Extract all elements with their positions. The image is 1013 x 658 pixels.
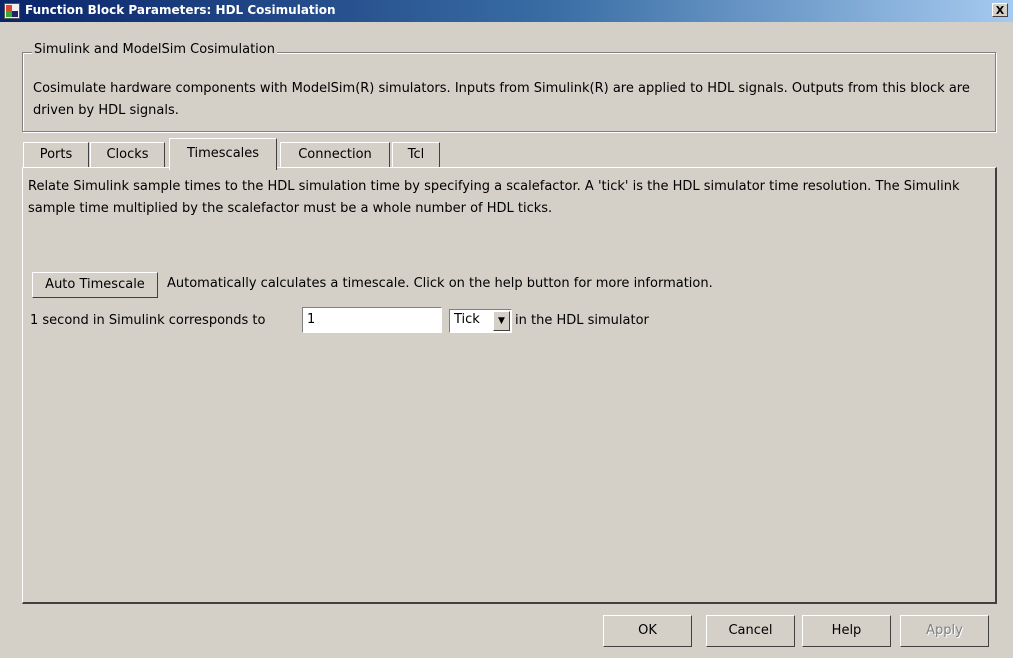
scalefactor-input[interactable]: 1 (302, 307, 442, 333)
time-unit-select[interactable]: Tick ▼ (449, 309, 512, 333)
auto-timescale-help-text: Automatically calculates a timescale. Cl… (167, 276, 713, 291)
corresponds-label: 1 second in Simulink corresponds to (30, 313, 266, 328)
tab-ports[interactable]: Ports (23, 142, 89, 168)
hdl-simulator-label: in the HDL simulator (515, 313, 649, 328)
window-title: Function Block Parameters: HDL Cosimulat… (25, 3, 336, 17)
close-button[interactable]: X (992, 3, 1008, 17)
chevron-down-icon[interactable]: ▼ (493, 311, 510, 331)
help-button[interactable]: Help (802, 615, 891, 647)
auto-timescale-button[interactable]: Auto Timescale (32, 272, 158, 298)
timescales-panel (22, 167, 997, 604)
title-bar: Function Block Parameters: HDL Cosimulat… (0, 0, 1013, 22)
cancel-button[interactable]: Cancel (706, 615, 795, 647)
timescales-description: Relate Simulink sample times to the HDL … (28, 179, 960, 216)
tab-tcl[interactable]: Tcl (392, 142, 440, 168)
tab-connection[interactable]: Connection (280, 142, 390, 168)
tab-clocks[interactable]: Clocks (90, 142, 165, 168)
group-title: Simulink and ModelSim Cosimulation (32, 42, 277, 57)
app-icon (4, 3, 20, 19)
tab-timescales[interactable]: Timescales (169, 138, 277, 170)
apply-button[interactable]: Apply (900, 615, 989, 647)
ok-button[interactable]: OK (603, 615, 692, 647)
group-description: Cosimulate hardware components with Mode… (33, 81, 970, 118)
time-unit-value: Tick (454, 312, 480, 327)
